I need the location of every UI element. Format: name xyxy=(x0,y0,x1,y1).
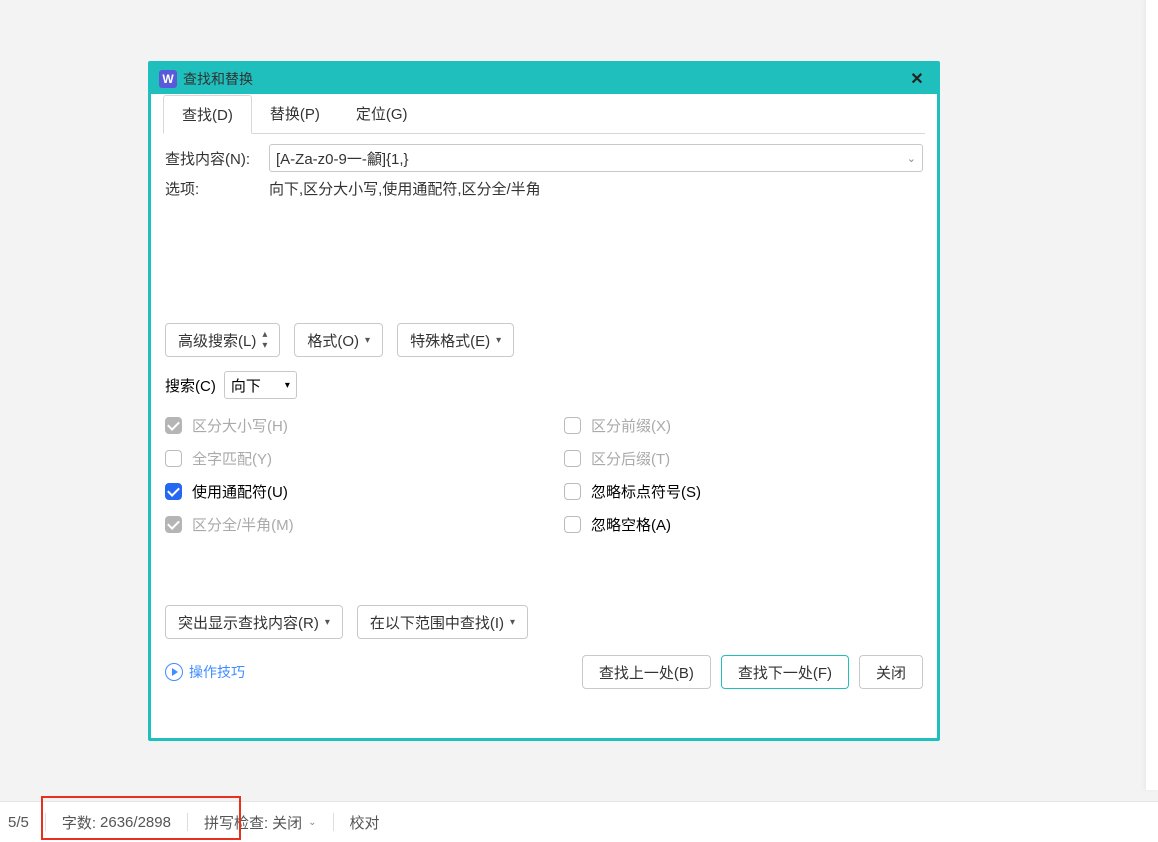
checkbox-icon xyxy=(564,417,581,434)
chevron-down-icon[interactable]: ⌄ xyxy=(907,152,916,165)
close-icon[interactable] xyxy=(905,67,929,91)
checkbox-icon[interactable] xyxy=(564,483,581,500)
find-content-value: [A-Za-z0-9一-龥]{1,} xyxy=(276,148,409,169)
status-page[interactable]: 5/5 xyxy=(0,814,37,831)
highlight-results-label: 突出显示查找内容(R) xyxy=(178,612,319,633)
divider xyxy=(187,813,188,831)
checkbox-full-half-width: 区分全/半角(M) xyxy=(165,514,524,535)
tab-find[interactable]: 查找(D) xyxy=(163,95,252,134)
dialog-body: 查找内容(N): [A-Za-z0-9一-龥]{1,} ⌄ 选项: 向下,区分大… xyxy=(151,134,937,605)
checkbox-ignore-space[interactable]: 忽略空格(A) xyxy=(564,514,923,535)
checkbox-suffix: 区分后缀(T) xyxy=(564,448,923,469)
checkbox-icon[interactable] xyxy=(165,483,182,500)
checkbox-ignore-punct[interactable]: 忽略标点符号(S) xyxy=(564,481,923,502)
titlebar[interactable]: W 查找和替换 xyxy=(151,64,937,94)
tab-strip: 查找(D) 替换(P) 定位(G) xyxy=(163,94,925,134)
checkbox-label: 使用通配符(U) xyxy=(192,481,288,502)
find-in-label: 在以下范围中查找(I) xyxy=(370,612,504,633)
checkbox-icon[interactable] xyxy=(564,516,581,533)
special-format-label: 特殊格式(E) xyxy=(410,330,490,351)
status-wordcount[interactable]: 字数: 2636/2898 xyxy=(54,812,179,833)
app-icon: W xyxy=(159,70,177,88)
close-button[interactable]: 关闭 xyxy=(859,655,923,689)
dialog-title: 查找和替换 xyxy=(183,69,253,89)
special-format-button[interactable]: 特殊格式(E) ▾ xyxy=(397,323,514,357)
checkbox-label: 忽略标点符号(S) xyxy=(591,481,701,502)
find-in-button[interactable]: 在以下范围中查找(I) ▾ xyxy=(357,605,528,639)
caret-down-icon: ▾ xyxy=(325,617,330,628)
find-next-button[interactable]: 查找下一处(F) xyxy=(721,655,849,689)
checkbox-prefix: 区分前缀(X) xyxy=(564,415,923,436)
find-content-label: 查找内容(N): xyxy=(165,148,269,169)
tab-goto[interactable]: 定位(G) xyxy=(338,95,426,134)
find-content-input[interactable]: [A-Za-z0-9一-龥]{1,} ⌄ xyxy=(269,144,923,172)
wordcount-value: 2636/2898 xyxy=(100,814,171,831)
checkbox-whole-word: 全字匹配(Y) xyxy=(165,448,524,469)
find-replace-dialog: W 查找和替换 查找(D) 替换(P) 定位(G) 查找内容(N): [A-Za… xyxy=(148,61,940,741)
divider xyxy=(333,813,334,831)
search-direction-value: 向下 xyxy=(231,375,261,396)
divider xyxy=(45,813,46,831)
advanced-search-button[interactable]: 高级搜索(L) ▴▾ xyxy=(165,323,280,357)
caret-down-icon: ▾ xyxy=(365,335,370,346)
status-spellcheck[interactable]: 拼写检查: 关闭 ⌄ xyxy=(196,812,325,833)
wordcount-label: 字数: xyxy=(62,812,96,833)
search-direction-select[interactable]: 向下 ▾ xyxy=(224,371,297,399)
options-value: 向下,区分大小写,使用通配符,区分全/半角 xyxy=(269,178,541,199)
chevron-down-icon[interactable]: ⌄ xyxy=(308,817,316,828)
caret-down-icon: ▾ xyxy=(285,380,290,391)
advanced-search-label: 高级搜索(L) xyxy=(178,330,256,351)
checkbox-icon xyxy=(165,516,182,533)
tips-link[interactable]: 操作技巧 xyxy=(165,662,245,682)
tips-label: 操作技巧 xyxy=(189,662,245,682)
format-button[interactable]: 格式(O) ▾ xyxy=(294,323,383,357)
play-icon xyxy=(165,663,183,681)
page-edge xyxy=(1146,0,1158,790)
caret-down-icon: ▾ xyxy=(510,617,515,628)
checkbox-match-case: 区分大小写(H) xyxy=(165,415,524,436)
checkbox-label: 区分前缀(X) xyxy=(591,415,671,436)
caret-down-icon: ▾ xyxy=(496,335,501,346)
checkbox-icon xyxy=(165,417,182,434)
checkbox-label: 区分后缀(T) xyxy=(591,448,670,469)
status-proof[interactable]: 校对 xyxy=(342,812,388,833)
checkbox-label: 区分大小写(H) xyxy=(192,415,288,436)
spellcheck-label: 拼写检查: xyxy=(204,812,268,833)
search-direction-label: 搜索(C) xyxy=(165,375,216,396)
status-bar: 5/5 字数: 2636/2898 拼写检查: 关闭 ⌄ 校对 xyxy=(0,801,1158,842)
spellcheck-state: 关闭 xyxy=(272,812,302,833)
checkbox-icon xyxy=(165,450,182,467)
options-label: 选项: xyxy=(165,178,269,199)
find-prev-button[interactable]: 查找上一处(B) xyxy=(582,655,711,689)
tab-replace[interactable]: 替换(P) xyxy=(252,95,338,134)
format-label: 格式(O) xyxy=(307,330,359,351)
checkbox-icon xyxy=(564,450,581,467)
caret-updown-icon: ▴▾ xyxy=(262,329,267,351)
highlight-results-button[interactable]: 突出显示查找内容(R) ▾ xyxy=(165,605,343,639)
checkbox-label: 忽略空格(A) xyxy=(591,514,671,535)
checkbox-label: 区分全/半角(M) xyxy=(192,514,294,535)
checkbox-wildcards[interactable]: 使用通配符(U) xyxy=(165,481,524,502)
checkbox-label: 全字匹配(Y) xyxy=(192,448,272,469)
